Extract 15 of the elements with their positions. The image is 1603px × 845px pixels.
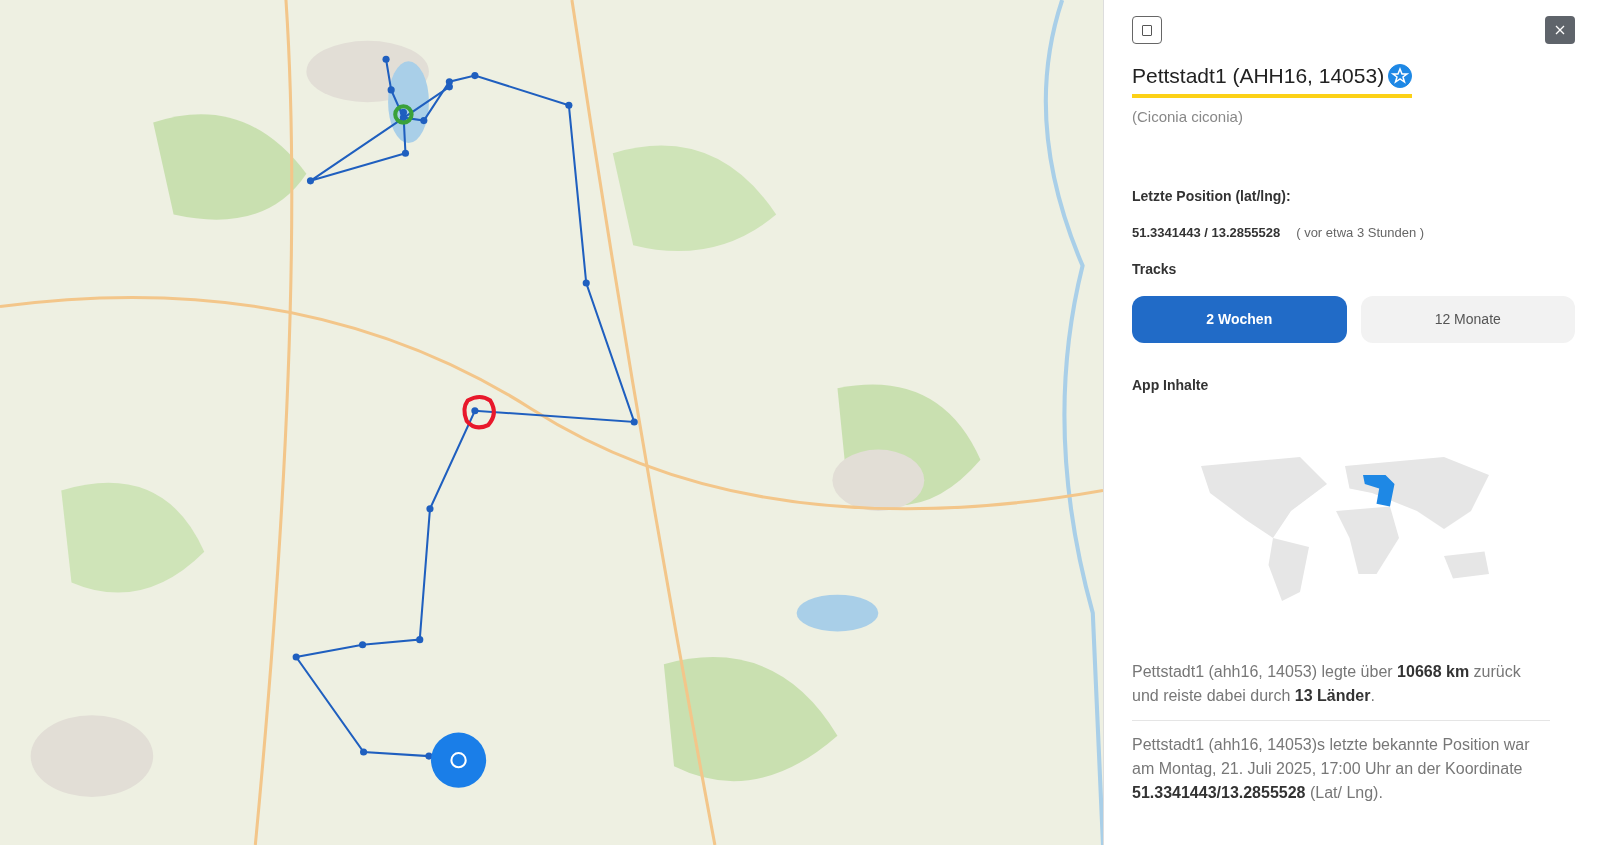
time-ago: ( vor etwa 3 Stunden ) xyxy=(1296,224,1425,242)
track-tab[interactable]: 2 Wochen xyxy=(1132,295,1347,343)
section-heading: App Inhalte xyxy=(1132,375,1209,395)
species-name: (Ciconia ciconia) xyxy=(1132,106,1243,127)
animal-title: Pettstadt1 (AHH16, 14053) xyxy=(1132,63,1385,89)
section-heading: Tracks xyxy=(1132,259,1177,279)
summary-text: Pettstadt1 (ahh16, 14053)s letzte bekannte Position war am Montag, 21. Juli 2025, 17:00 Uhr an der Koordinate 51.3341443/13.2855528 (Lat/ Lng). xyxy=(1132,734,1531,803)
section-heading: Letzte Position (lat/lng): xyxy=(1132,187,1291,206)
close-button[interactable] xyxy=(1545,16,1575,44)
close-icon xyxy=(1555,25,1565,35)
coordinates: 51.3341443 / 13.2855528 xyxy=(1132,224,1281,242)
summary-text: Pettstadt1 (ahh16, 14053) legte über 10668 km zurück und reiste dabei durch 13 Länder. xyxy=(1132,661,1522,706)
sidebar-toggle-icon[interactable] xyxy=(1132,16,1162,44)
highlight-ring xyxy=(462,394,496,430)
track-tab[interactable]: 12 Monate xyxy=(1360,295,1575,343)
